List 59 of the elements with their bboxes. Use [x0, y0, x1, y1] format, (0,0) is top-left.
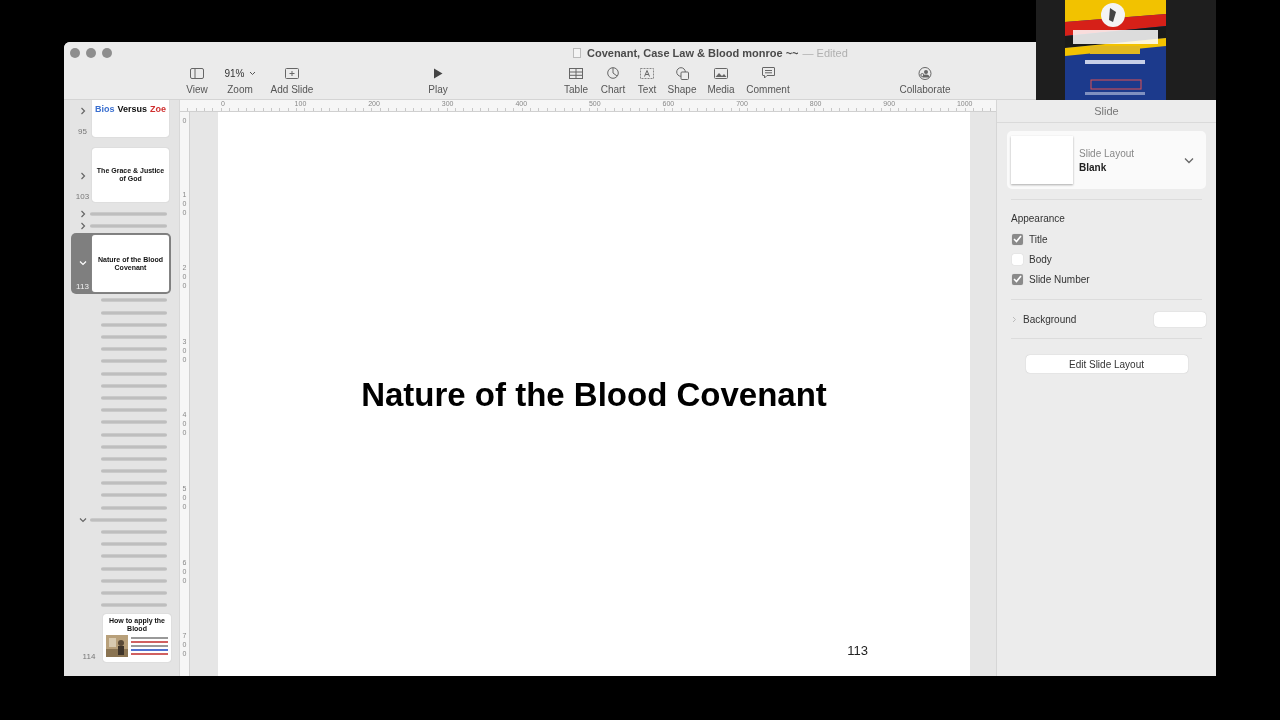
chevron-down-icon[interactable] — [79, 515, 87, 524]
thumbnail-text-lines — [131, 634, 168, 657]
people-icon — [918, 66, 932, 80]
shape-tool-button[interactable]: Shape — [662, 64, 702, 100]
slide-thumbnail[interactable]: Bios Versus Zoe — [92, 100, 169, 137]
chevron-right-icon[interactable] — [1012, 315, 1017, 323]
pie-chart-icon — [607, 67, 619, 79]
table-icon — [569, 67, 583, 79]
edit-slide-layout-button[interactable]: Edit Slide Layout — [1025, 355, 1188, 373]
edited-status: — Edited — [802, 47, 848, 59]
zoom-tool-button[interactable]: 91% Zoom — [218, 64, 262, 100]
window-title: Covenant, Case Law & Blood monroe ~~ — [587, 47, 799, 59]
minimize-button[interactable] — [86, 48, 96, 58]
media-tool-button[interactable]: Media — [701, 64, 741, 100]
chevron-right-icon[interactable] — [79, 172, 87, 180]
slide-number: 114 — [82, 652, 96, 662]
chevron-right-icon[interactable] — [79, 222, 87, 231]
document-icon — [573, 48, 581, 58]
checkbox-label: Title — [1029, 233, 1048, 245]
thumbnail-title: Bios Versus Zoe — [94, 105, 167, 115]
background-label: Background — [1023, 313, 1078, 325]
play-icon — [433, 67, 443, 79]
slide-number: 103 — [75, 192, 90, 201]
checkbox-label: Slide Number — [1029, 273, 1090, 285]
layout-value: Blank — [1079, 161, 1108, 173]
section-heading: Appearance — [1011, 213, 1066, 224]
text-box-icon — [640, 67, 654, 79]
comment-icon — [761, 67, 775, 79]
view-tool-button[interactable]: View — [177, 64, 217, 100]
chevron-right-icon[interactable] — [79, 107, 87, 115]
slide-number: 113 — [76, 282, 89, 292]
checkbox[interactable] — [1012, 253, 1023, 265]
add-tool-button[interactable]: Add Slide — [262, 64, 322, 100]
slide-number: 113 — [847, 643, 868, 658]
comment-tool-button[interactable]: Comment — [738, 64, 798, 100]
add-slide-icon — [285, 67, 299, 79]
layout-preview — [1011, 136, 1073, 184]
slide-title: Nature of the Blood Covenant — [361, 376, 827, 414]
sidebar-icon — [190, 67, 204, 79]
color-well[interactable] — [1154, 311, 1206, 327]
play-tool-button[interactable]: Play — [418, 64, 458, 100]
shapes-icon — [675, 66, 689, 80]
checkbox[interactable] — [1012, 233, 1023, 245]
collaborate-tool-button[interactable]: Collaborate — [885, 64, 965, 100]
slide-row[interactable]: 95 Bios Versus Zoe — [71, 100, 171, 138]
close-button[interactable] — [70, 48, 80, 58]
image-icon — [714, 67, 728, 79]
slide-number: 95 — [78, 127, 87, 136]
inspector-tab[interactable]: Slide — [1094, 105, 1119, 117]
checkbox[interactable] — [1012, 273, 1023, 285]
checkbox-label: Body — [1029, 253, 1052, 265]
chevron-down-icon[interactable] — [1184, 156, 1194, 164]
zoom-button[interactable] — [102, 48, 112, 58]
chevron-right-icon[interactable] — [79, 210, 87, 219]
table-tool-button[interactable]: Table — [556, 64, 596, 100]
chevron-down-icon[interactable] — [79, 259, 87, 268]
layout-card[interactable]: Slide Layout Blank — [1007, 131, 1206, 189]
layout-label: Slide Layout — [1079, 147, 1136, 159]
chevron-down-icon — [248, 70, 256, 76]
